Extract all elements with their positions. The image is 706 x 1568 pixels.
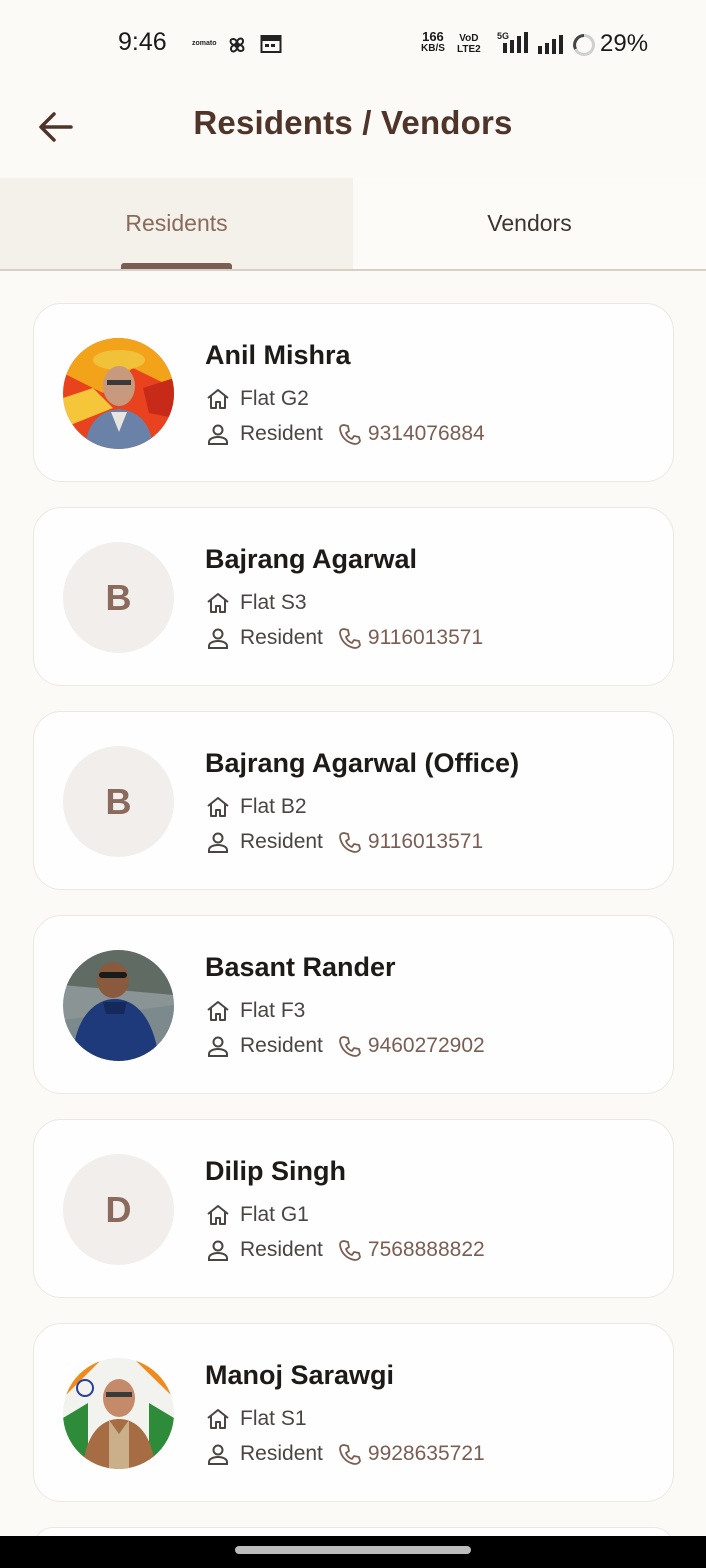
person-icon (205, 625, 231, 651)
svg-text:5G: 5G (497, 31, 509, 41)
tab-residents-label: Residents (125, 210, 228, 236)
zomato-notification-icon: zomato (192, 40, 217, 47)
flat-row: Flat G2 (205, 386, 309, 412)
home-icon (205, 794, 231, 820)
tab-residents[interactable]: Residents (0, 178, 353, 269)
phone-number: 9314076884 (367, 422, 485, 445)
resident-list: Anil Mishra Flat G2 Resident 9314076884 … (33, 303, 674, 1567)
role-label: Resident (240, 626, 323, 649)
resident-name: Bajrang Agarwal (205, 544, 418, 574)
phone-number: 9460272902 (367, 1034, 485, 1057)
flat-label: Flat G1 (240, 1203, 309, 1226)
avatar: B (63, 542, 174, 653)
phone-number: 7568888822 (367, 1238, 485, 1261)
resident-card[interactable]: D Dilip Singh Flat G1 Resident 756888882… (33, 1119, 674, 1298)
phone-icon (337, 1033, 363, 1059)
flat-label: Flat B2 (240, 795, 307, 818)
meta-row: Resident 9928635721 (205, 1441, 485, 1467)
role-label: Resident (240, 1238, 323, 1261)
avatar (63, 950, 174, 1061)
phone-number: 9116013571 (367, 830, 484, 853)
resident-card[interactable]: B Bajrang Agarwal Flat S3 Resident 91160… (33, 507, 674, 686)
person-icon (205, 829, 231, 855)
status-bar: 9:46 zomato 166 KB/S VoD LTE2 5G 29% (0, 0, 706, 90)
phone-link[interactable]: 9928635721 (337, 1441, 485, 1467)
phone-icon (337, 1441, 363, 1467)
flat-label: Flat S3 (240, 591, 307, 614)
role-label: Resident (240, 1442, 323, 1465)
flat-row: Flat G1 (205, 1202, 309, 1228)
flat-label: Flat F3 (240, 999, 306, 1022)
flat-row: Flat F3 (205, 998, 305, 1024)
app-bar: Residents / Vendors (0, 90, 706, 178)
avatar (63, 1358, 174, 1469)
home-icon (205, 386, 231, 412)
person-icon (205, 1441, 231, 1467)
phone-icon (337, 625, 363, 651)
avatar: D (63, 1154, 174, 1265)
role-label: Resident (240, 830, 323, 853)
home-icon (205, 1406, 231, 1432)
resident-name: Dilip Singh (205, 1156, 346, 1186)
signal-icon (537, 35, 567, 60)
person-icon (205, 1237, 231, 1263)
flat-label: Flat S1 (240, 1407, 307, 1430)
phone-icon (337, 829, 363, 855)
battery-percent: 29% (600, 30, 649, 57)
home-icon (205, 1202, 231, 1228)
phone-icon (337, 1237, 363, 1263)
meta-row: Resident 7568888822 (205, 1237, 485, 1263)
phone-link[interactable]: 9116013571 (337, 625, 483, 651)
home-gesture-handle[interactable] (235, 1546, 471, 1554)
tab-bar: Residents Vendors (0, 178, 706, 271)
meta-row: Resident 9116013571 (205, 829, 483, 855)
network-speed: 166 KB/S (421, 29, 445, 55)
signal-5g-icon: 5G (497, 31, 531, 60)
home-icon (205, 998, 231, 1024)
tab-vendors[interactable]: Vendors (353, 178, 706, 269)
role-label: Resident (240, 422, 323, 445)
phone-link[interactable]: 9460272902 (337, 1033, 485, 1059)
avatar (63, 338, 174, 449)
flat-row: Flat S1 (205, 1406, 307, 1432)
resident-name: Anil Mishra (205, 340, 351, 370)
home-icon (205, 590, 231, 616)
resident-card[interactable]: Manoj Sarawgi Flat S1 Resident 992863572… (33, 1323, 674, 1502)
person-icon (205, 1033, 231, 1059)
phone-link[interactable]: 7568888822 (337, 1237, 485, 1263)
flat-label: Flat G2 (240, 387, 309, 410)
active-tab-indicator (121, 263, 232, 269)
status-time: 9:46 (118, 28, 167, 56)
page-title: Residents / Vendors (193, 104, 513, 141)
flat-row: Flat S3 (205, 590, 307, 616)
resident-card[interactable]: Anil Mishra Flat G2 Resident 9314076884 (33, 303, 674, 482)
volte-top: VoD (459, 33, 479, 44)
resident-name: Bajrang Agarwal (Office) (205, 748, 520, 778)
speed-unit: KB/S (421, 43, 445, 54)
fan-icon (225, 33, 249, 62)
phone-link[interactable]: 9314076884 (337, 421, 485, 447)
volte-bottom: LTE2 (457, 44, 481, 55)
resident-name: Basant Rander (205, 952, 396, 982)
resident-card[interactable]: Basant Rander Flat F3 Resident 946027290… (33, 915, 674, 1094)
phone-icon (337, 421, 363, 447)
avatar: B (63, 746, 174, 857)
meta-row: Resident 9460272902 (205, 1033, 485, 1059)
resident-card[interactable]: B Bajrang Agarwal (Office) Flat B2 Resid… (33, 711, 674, 890)
battery-ring-icon (572, 33, 596, 62)
resident-name: Manoj Sarawgi (205, 1360, 395, 1390)
person-icon (205, 421, 231, 447)
meta-row: Resident 9116013571 (205, 625, 483, 651)
calendar-icon (260, 34, 282, 59)
speed-value: 166 (422, 29, 444, 44)
phone-number: 9928635721 (367, 1442, 485, 1465)
meta-row: Resident 9314076884 (205, 421, 485, 447)
role-label: Resident (240, 1034, 323, 1057)
volte-indicator: VoD LTE2 (457, 33, 481, 55)
phone-number: 9116013571 (367, 626, 484, 649)
phone-link[interactable]: 9116013571 (337, 829, 483, 855)
flat-row: Flat B2 (205, 794, 307, 820)
tab-vendors-label: Vendors (487, 210, 572, 236)
